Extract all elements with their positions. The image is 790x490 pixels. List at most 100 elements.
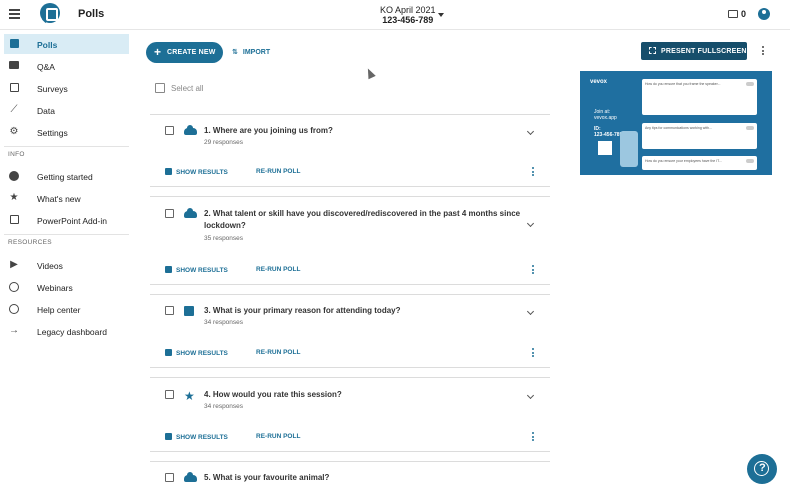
- preview-question-card: How do you ensure that you frame the spe…: [642, 79, 757, 115]
- account-icon[interactable]: [758, 8, 770, 20]
- sidebar-item-label: Getting started: [37, 172, 93, 182]
- poll-title[interactable]: 4. How would you rate this session?: [204, 389, 524, 401]
- presentation-preview[interactable]: vevox Join at: vevox.app ID: 123-456-789 H…: [580, 71, 772, 175]
- sidebar-item-qa[interactable]: Q&A: [4, 56, 129, 76]
- help-button[interactable]: ?: [747, 454, 777, 484]
- rerun-poll-button[interactable]: RE-RUN POLL: [256, 349, 300, 356]
- more-options-icon[interactable]: [532, 432, 535, 443]
- trend-icon: ⟋: [10, 104, 18, 115]
- divider: [150, 367, 550, 368]
- event-name: KO April 2021: [380, 5, 436, 15]
- star-icon: ★: [9, 192, 19, 203]
- poll-checkbox[interactable]: [165, 473, 174, 482]
- chart-icon: [165, 349, 172, 356]
- more-options-icon[interactable]: [532, 265, 535, 276]
- qr-code-icon: [598, 141, 612, 155]
- more-options-icon[interactable]: [532, 348, 535, 359]
- import-button[interactable]: ⇅ IMPORT: [232, 48, 270, 56]
- sidebar-item-webinars[interactable]: Webinars: [4, 277, 129, 297]
- poll-title[interactable]: 3. What is your primary reason for atten…: [204, 305, 524, 317]
- select-all-label: Select all: [171, 84, 204, 93]
- app-window: Polls KO April 2021 123-456-789 0 Polls …: [0, 0, 790, 490]
- phone-image: [620, 131, 638, 167]
- sidebar-item-label: PowerPoint Add-in: [37, 216, 107, 226]
- more-options-icon[interactable]: [762, 46, 765, 57]
- sidebar-item-whats-new[interactable]: ★ What's new: [4, 188, 129, 208]
- question-mark-icon: ?: [759, 462, 766, 474]
- poll-checkbox[interactable]: [165, 126, 174, 135]
- preview-join: Join at: vevox.app: [594, 109, 617, 121]
- word-cloud-icon: [184, 208, 197, 218]
- chart-icon: [165, 433, 172, 440]
- poll-responses: 34 responses: [204, 319, 244, 326]
- poll-checkbox[interactable]: [165, 209, 174, 218]
- sidebar-item-label: Data: [37, 106, 55, 116]
- plus-icon: +: [154, 45, 162, 59]
- poll-title[interactable]: 1. Where are you joining us from?: [204, 125, 524, 137]
- select-all-checkbox[interactable]: [155, 83, 165, 93]
- chevron-down-icon[interactable]: [526, 219, 535, 228]
- preview-brand: vevox: [590, 79, 608, 85]
- present-fullscreen-button[interactable]: PRESENT FULLSCREEN: [641, 42, 747, 60]
- vevox-logo-icon: [40, 3, 60, 23]
- devices-icon[interactable]: [728, 10, 738, 18]
- divider: [150, 451, 550, 452]
- poll-item[interactable]: 5. What is your favourite animal?: [150, 461, 550, 490]
- fullscreen-icon: [649, 47, 656, 54]
- chevron-down-icon[interactable]: [526, 391, 535, 400]
- polls-icon: [9, 39, 19, 49]
- poll-responses: 34 responses: [204, 403, 244, 410]
- rerun-poll-button[interactable]: RE-RUN POLL: [256, 266, 300, 273]
- poll-title[interactable]: 5. What is your favourite animal?: [204, 472, 524, 484]
- help-circle-icon: [9, 171, 19, 181]
- sidebar-item-powerpoint[interactable]: PowerPoint Add-in: [4, 210, 129, 230]
- show-results-button[interactable]: SHOW RESULTS: [165, 349, 228, 357]
- sidebar-item-label: Videos: [37, 261, 63, 271]
- create-new-button[interactable]: + CREATE NEW: [146, 42, 223, 63]
- video-icon: ▶: [10, 259, 18, 270]
- more-options-icon[interactable]: [532, 167, 535, 178]
- section-label-resources: RESOURCES: [8, 239, 52, 246]
- sidebar-item-help-center[interactable]: Help center: [4, 299, 129, 319]
- poll-item[interactable]: 2. What talent or skill have you discove…: [150, 196, 550, 250]
- clock-icon: [9, 282, 19, 292]
- show-results-button[interactable]: SHOW RESULTS: [165, 433, 228, 441]
- section-label-info: INFO: [8, 151, 25, 158]
- divider: [4, 234, 129, 235]
- poll-checkbox[interactable]: [165, 390, 174, 399]
- chevron-down-icon[interactable]: [526, 307, 535, 316]
- preview-question-card: Any tips for communications working with…: [642, 123, 757, 149]
- sidebar-item-surveys[interactable]: Surveys: [4, 78, 129, 98]
- word-cloud-icon: [184, 125, 197, 135]
- show-results-button[interactable]: SHOW RESULTS: [165, 266, 228, 274]
- show-results-button[interactable]: SHOW RESULTS: [165, 168, 228, 176]
- sidebar-item-label: Surveys: [37, 84, 68, 94]
- poll-item[interactable]: 1. Where are you joining us from? 29 res…: [150, 114, 550, 158]
- sidebar-item-getting-started[interactable]: Getting started: [4, 166, 129, 186]
- chevron-down-icon[interactable]: [526, 127, 535, 136]
- sidebar-item-legacy-dashboard[interactable]: → Legacy dashboard: [4, 321, 129, 341]
- event-code: 123-456-789: [382, 15, 434, 25]
- event-selector[interactable]: KO April 2021 123-456-789: [380, 5, 436, 26]
- sidebar-item-polls[interactable]: Polls: [4, 34, 129, 54]
- sidebar-item-settings[interactable]: ⚙ Settings: [4, 122, 129, 142]
- rerun-poll-button[interactable]: RE-RUN POLL: [256, 433, 300, 440]
- poll-item[interactable]: 3. What is your primary reason for atten…: [150, 294, 550, 338]
- chat-icon: [9, 61, 19, 71]
- sidebar-item-videos[interactable]: ▶ Videos: [4, 255, 129, 275]
- rerun-poll-button[interactable]: RE-RUN POLL: [256, 168, 300, 175]
- poll-responses: 35 responses: [204, 235, 244, 242]
- sidebar-item-label: What's new: [37, 194, 81, 204]
- sidebar-item-data[interactable]: ⟋ Data: [4, 100, 129, 120]
- import-label: IMPORT: [242, 49, 271, 56]
- poll-checkbox[interactable]: [165, 306, 174, 315]
- poll-title[interactable]: 2. What talent or skill have you discove…: [204, 208, 524, 232]
- gear-icon: ⚙: [9, 126, 19, 137]
- word-cloud-icon: [184, 472, 197, 482]
- chevron-down-icon[interactable]: [438, 13, 444, 17]
- chart-icon: [165, 266, 172, 273]
- preview-session-id: ID: 123-456-789: [594, 126, 623, 138]
- menu-icon[interactable]: [9, 9, 20, 19]
- sidebar-item-label: Help center: [37, 305, 81, 315]
- poll-item[interactable]: ★ 4. How would you rate this session? 34…: [150, 377, 550, 421]
